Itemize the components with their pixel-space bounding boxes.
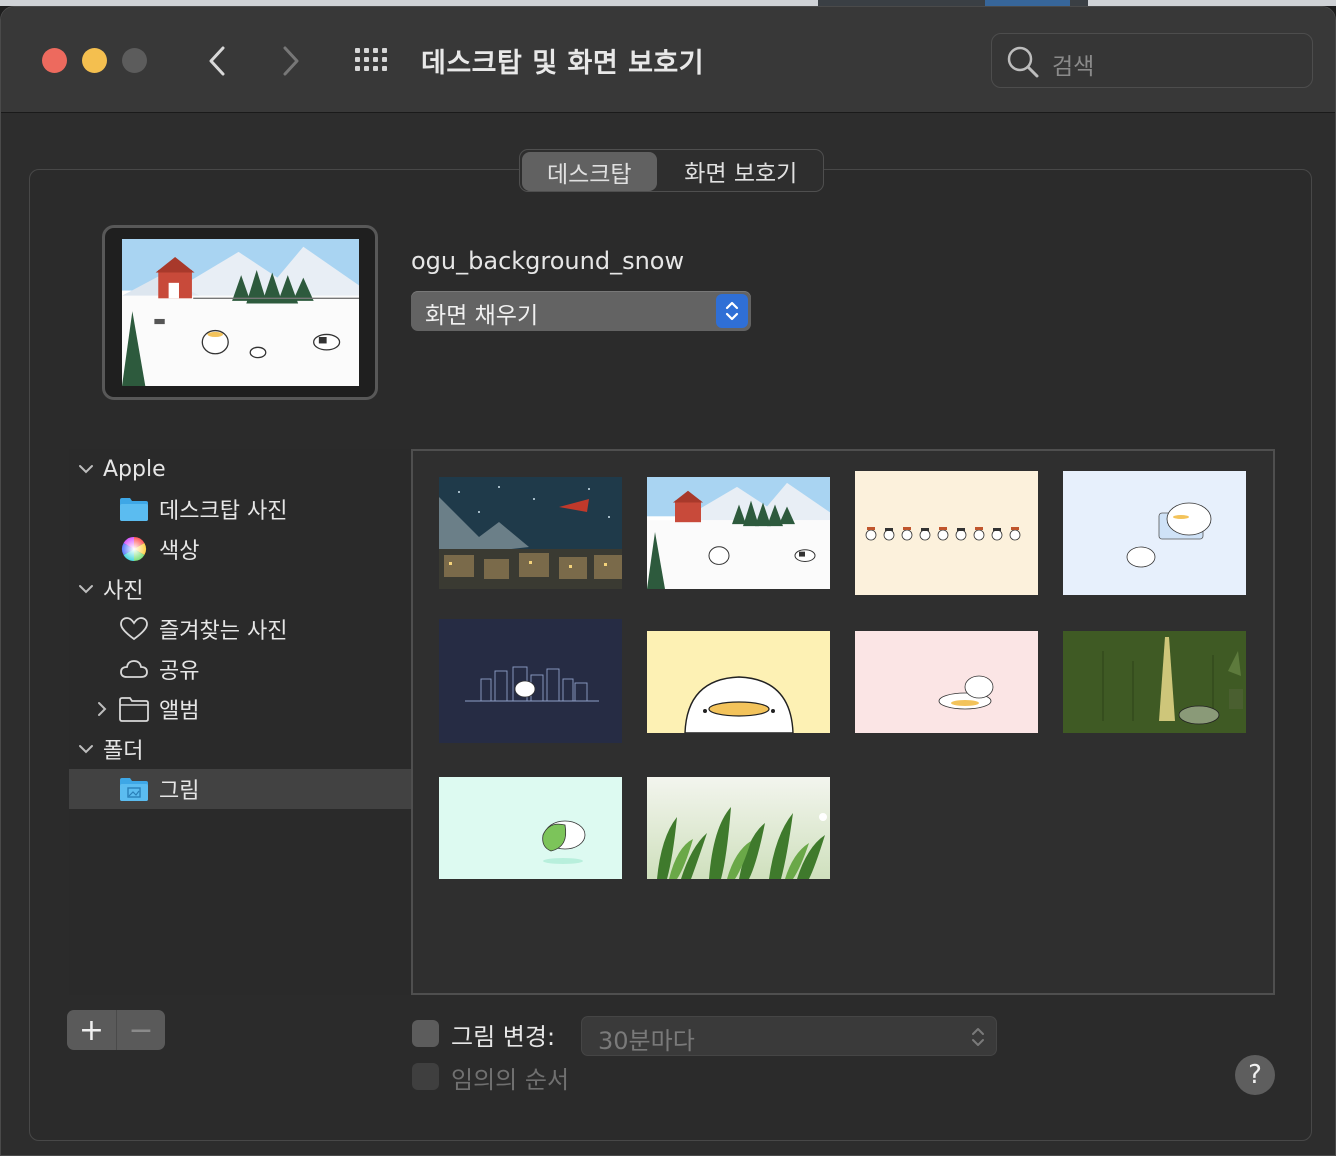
- green-forest-image: [1063, 631, 1246, 733]
- current-wallpaper-preview: [102, 225, 378, 400]
- chevron-left-icon: [209, 46, 225, 76]
- sidebar-group-label: 폴더: [103, 739, 144, 764]
- chevron-right-icon: [283, 46, 299, 76]
- random-order-label: 임의의 순서: [451, 1066, 570, 1094]
- add-remove-control: + −: [67, 1010, 165, 1050]
- sidebar-item-label: 즐겨찾는 사진: [159, 619, 288, 644]
- ducks-row-image: [855, 471, 1038, 595]
- chevron-down-icon: [79, 465, 93, 474]
- chevron-down-icon: [79, 585, 93, 594]
- sidebar-group-apple[interactable]: Apple: [69, 449, 411, 489]
- sidebar-item-label: 색상: [159, 539, 200, 564]
- change-picture-checkbox[interactable]: [412, 1020, 439, 1047]
- popup-arrows-icon: [972, 1028, 984, 1046]
- wallpaper-thumb-green-forest-duck[interactable]: [1063, 631, 1246, 733]
- preferences-window: 데스크탑 및 화면 보호기 검색 데스크탑 화면 보호기 ogu_backgro…: [0, 6, 1336, 1156]
- fill-mode-value: 화면 채우기: [425, 303, 539, 329]
- wallpaper-thumb-snow-farm[interactable]: [647, 477, 830, 589]
- sidebar-item-colors[interactable]: 색상: [69, 529, 411, 569]
- forward-button[interactable]: [273, 41, 309, 81]
- sidebar-item-albums[interactable]: 앨범: [69, 689, 411, 729]
- sidebar-group-label: Apple: [103, 456, 166, 482]
- wallpaper-thumb-pink-resting-duck[interactable]: [855, 631, 1038, 733]
- sidebar-item-shared[interactable]: 공유: [69, 649, 411, 689]
- snow-farm-preview-image: [122, 239, 359, 386]
- show-all-grid-icon[interactable]: [353, 45, 393, 75]
- search-field[interactable]: 검색: [991, 33, 1313, 88]
- sidebar-item-label: 데스크탑 사진: [159, 499, 288, 524]
- window-title: 데스크탑 및 화면 보호기: [421, 48, 705, 79]
- pictures-folder-icon: [120, 778, 148, 801]
- sidebar-item-label: 앨범: [159, 699, 200, 724]
- cloud-icon: [120, 660, 148, 678]
- chevron-down-icon: [79, 745, 93, 754]
- sidebar-item-pictures[interactable]: 그림: [69, 769, 411, 809]
- sidebar-item-desktop-pictures[interactable]: 데스크탑 사진: [69, 489, 411, 529]
- interval-popup[interactable]: 30분마다: [581, 1016, 997, 1056]
- random-order-checkbox[interactable]: [412, 1063, 439, 1090]
- wallpaper-name: ogu_background_snow: [411, 247, 685, 275]
- folder-outline-icon: [119, 697, 149, 722]
- add-folder-button[interactable]: +: [67, 1010, 116, 1050]
- tab-desktop[interactable]: 데스크탑: [522, 152, 657, 191]
- source-sidebar: Apple 데스크탑 사진 색상 사진 즐겨찾는 사진 공유 앨범 폴더 그림: [69, 449, 411, 995]
- back-button[interactable]: [199, 41, 235, 81]
- wallpaper-thumb-yellow-duck-closeup[interactable]: [647, 631, 830, 733]
- sidebar-item-label: 그림: [159, 779, 200, 804]
- wallpaper-thumb-mint-dino-duck[interactable]: [439, 777, 622, 879]
- chevron-right-icon[interactable]: [93, 700, 111, 718]
- heart-icon: [120, 617, 148, 641]
- sidebar-item-favorites[interactable]: 즐겨찾는 사진: [69, 609, 411, 649]
- wallpaper-thumb-blue-sleepy-duck[interactable]: [1063, 471, 1246, 595]
- interval-value: 30분마다: [598, 1027, 695, 1055]
- search-placeholder: 검색: [1052, 54, 1095, 80]
- snow-farm-image: [647, 477, 830, 589]
- help-button[interactable]: ?: [1235, 1055, 1275, 1095]
- fill-mode-popup[interactable]: 화면 채우기: [411, 291, 751, 331]
- color-wheel-icon: [121, 537, 147, 561]
- zoom-button[interactable]: [122, 48, 147, 73]
- navy-city-image: [439, 619, 622, 743]
- remove-folder-button[interactable]: −: [116, 1010, 165, 1050]
- folder-icon: [120, 498, 148, 521]
- night-village-image: [439, 477, 622, 589]
- yellow-duck-image: [647, 631, 830, 733]
- minimize-button[interactable]: [82, 48, 107, 73]
- wallpaper-grid: [411, 449, 1275, 995]
- sidebar-group-label: 사진: [103, 579, 144, 604]
- popup-arrows-icon: [716, 294, 748, 328]
- close-button[interactable]: [42, 48, 67, 73]
- wallpaper-thumb-night-sky-village[interactable]: [439, 477, 622, 589]
- mint-dino-image: [439, 777, 622, 879]
- tab-screensaver[interactable]: 화면 보호기: [659, 150, 823, 191]
- sidebar-item-label: 공유: [159, 659, 200, 684]
- title-bar: 데스크탑 및 화면 보호기 검색: [1, 7, 1335, 113]
- wallpaper-thumb-ducks-row-cream[interactable]: [855, 471, 1038, 595]
- wallpaper-thumb-green-leaves[interactable]: [647, 777, 830, 879]
- sidebar-group-photos[interactable]: 사진: [69, 569, 411, 609]
- pink-duck-image: [855, 631, 1038, 733]
- change-picture-label: 그림 변경:: [451, 1023, 556, 1051]
- tab-control: 데스크탑 화면 보호기: [519, 149, 824, 192]
- blue-duck-image: [1063, 471, 1246, 595]
- wallpaper-thumb-navy-city-night[interactable]: [439, 619, 622, 743]
- green-leaves-image: [647, 777, 830, 879]
- search-icon: [1007, 46, 1039, 78]
- sidebar-group-folders[interactable]: 폴더: [69, 729, 411, 769]
